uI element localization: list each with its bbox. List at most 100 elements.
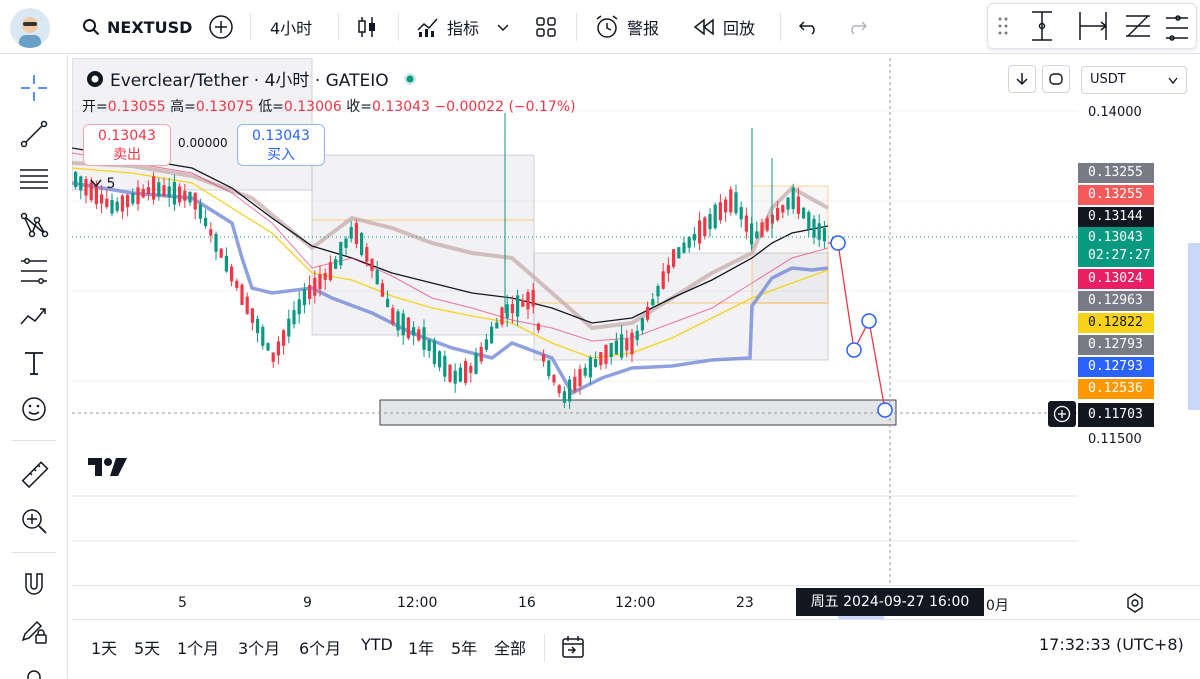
- candle-body: [760, 222, 764, 237]
- candle-body: [656, 285, 660, 297]
- chart-type-button[interactable]: [356, 0, 378, 54]
- symbol-search[interactable]: NEXTUSD: [82, 0, 192, 54]
- indicators-button[interactable]: 指标: [416, 0, 510, 54]
- range-button-5d[interactable]: 5天: [134, 635, 160, 659]
- symbol-name: NEXTUSD: [107, 17, 193, 37]
- candle-body: [219, 248, 223, 258]
- indicators-collapse-toggle[interactable]: 5: [90, 176, 115, 192]
- layout-button[interactable]: [535, 0, 557, 54]
- refresh-icon: [1049, 73, 1063, 85]
- alerts-button[interactable]: 警报: [594, 0, 659, 54]
- candle-body: [386, 298, 390, 308]
- time-scale[interactable]: 5 9 12:00 16 12:00 23 周五 2024-09-27 16:0…: [72, 585, 1200, 619]
- undo-button[interactable]: [798, 0, 820, 54]
- lock-drawings-tool[interactable]: [14, 611, 54, 651]
- drag-handle-icon[interactable]: [998, 17, 1008, 35]
- crosshair-tool[interactable]: [14, 68, 54, 108]
- candle-body: [682, 242, 686, 253]
- auto-scale-button[interactable]: [1042, 65, 1070, 93]
- range-button-6m[interactable]: 6个月: [299, 635, 341, 659]
- candle-body: [557, 385, 561, 394]
- candle-body: [568, 379, 572, 402]
- price-tick: 0.11500: [1088, 432, 1142, 447]
- indicator-count: 5: [106, 176, 116, 192]
- candle-body: [240, 284, 244, 305]
- time-tick: 9: [303, 595, 312, 611]
- zoom-in-icon: [22, 509, 47, 534]
- add-alert-button[interactable]: [1048, 401, 1076, 427]
- range-button-1m[interactable]: 1个月: [177, 635, 219, 659]
- candle-body: [146, 187, 150, 195]
- range-button-1d[interactable]: 1天: [91, 635, 117, 659]
- fib-tool[interactable]: [14, 251, 54, 291]
- candle-body: [183, 190, 187, 201]
- candle-body: [708, 214, 712, 230]
- candle-body: [282, 330, 286, 346]
- sell-button[interactable]: 0.13043 卖出: [83, 124, 171, 166]
- zoom-tool[interactable]: [14, 501, 54, 541]
- forecast-tool[interactable]: [14, 297, 54, 337]
- candle-body: [131, 193, 135, 204]
- crosshair-icon: [21, 75, 47, 101]
- text-tool[interactable]: [14, 343, 54, 383]
- range-button-3m[interactable]: 3个月: [238, 635, 280, 659]
- fib-retracement-tool-icon[interactable]: [1126, 15, 1150, 37]
- measure-tool[interactable]: [14, 455, 54, 495]
- grid-layout-icon: [536, 17, 556, 37]
- lock-all-tool[interactable]: [14, 659, 54, 679]
- go-to-date-button[interactable]: [560, 634, 586, 664]
- range-button-1y[interactable]: 1年: [408, 635, 434, 659]
- user-avatar[interactable]: [10, 8, 50, 48]
- lock-icon: [27, 670, 41, 679]
- zigzag-icon: [20, 308, 46, 325]
- candle-body: [713, 204, 717, 229]
- scroll-to-realtime-button[interactable]: [1008, 65, 1036, 93]
- arrow-down-icon: [1016, 73, 1028, 86]
- drawing-toolbar: [0, 55, 68, 679]
- candle-body: [136, 187, 140, 205]
- emoji-tool[interactable]: [14, 389, 54, 429]
- open-label: 开=: [82, 99, 108, 115]
- range-button-all[interactable]: 全部: [494, 635, 526, 659]
- projection-path[interactable]: [828, 242, 886, 411]
- candle-body: [126, 194, 130, 208]
- time-tick: 23: [736, 595, 754, 611]
- date-range-tool-icon[interactable]: [1079, 12, 1108, 40]
- replay-button[interactable]: 回放: [692, 0, 755, 54]
- candle-body: [786, 197, 790, 210]
- calendar-arrow-icon: [562, 636, 584, 658]
- candle-body: [594, 359, 598, 367]
- candle-body: [703, 217, 707, 237]
- tradingview-logo[interactable]: [88, 456, 128, 482]
- pattern-tool[interactable]: [14, 205, 54, 245]
- compare-symbol-button[interactable]: [208, 0, 234, 54]
- low-label: 低=: [258, 99, 284, 115]
- vertical-line-tool-icon[interactable]: [1032, 11, 1052, 41]
- candle-body: [583, 367, 587, 376]
- candle-body: [765, 218, 769, 231]
- smiley-icon: [22, 397, 46, 421]
- horizontal-lines-tool[interactable]: [14, 159, 54, 199]
- price-scale[interactable]: USDT 0.14000 0.11500 0.13255 0.13255 0.1…: [1008, 58, 1200, 585]
- horizontal-lines-icon: [20, 169, 48, 189]
- magnet-tool[interactable]: [14, 565, 54, 605]
- buy-button[interactable]: 0.13043 买入: [237, 124, 325, 166]
- range-button-ytd[interactable]: YTD: [361, 635, 393, 654]
- redo-button[interactable]: [846, 0, 868, 54]
- parallel-channel-tool-icon[interactable]: [1166, 15, 1188, 41]
- currency-select[interactable]: USDT: [1081, 66, 1187, 94]
- chart-settings-button[interactable]: [1124, 592, 1146, 618]
- candle-body: [401, 313, 405, 336]
- divider: [544, 634, 545, 662]
- range-button-5y[interactable]: 5年: [451, 635, 477, 659]
- timezone-clock[interactable]: 17:32:33 (UTC+8): [1039, 635, 1184, 654]
- series-legend[interactable]: Everclear/Tether · 4小时 · GATEIO: [86, 66, 417, 91]
- trend-line-tool[interactable]: [14, 114, 54, 154]
- interval-button[interactable]: 4小时: [270, 0, 312, 54]
- projection-handle[interactable]: [830, 235, 893, 418]
- trend-line-icon: [20, 120, 48, 148]
- price-chart[interactable]: Everclear/Tether · 4小时 · GATEIO 开=0.1305…: [72, 58, 1078, 585]
- candle-body: [562, 391, 566, 403]
- candle-body: [271, 352, 275, 362]
- candle-body: [334, 259, 338, 269]
